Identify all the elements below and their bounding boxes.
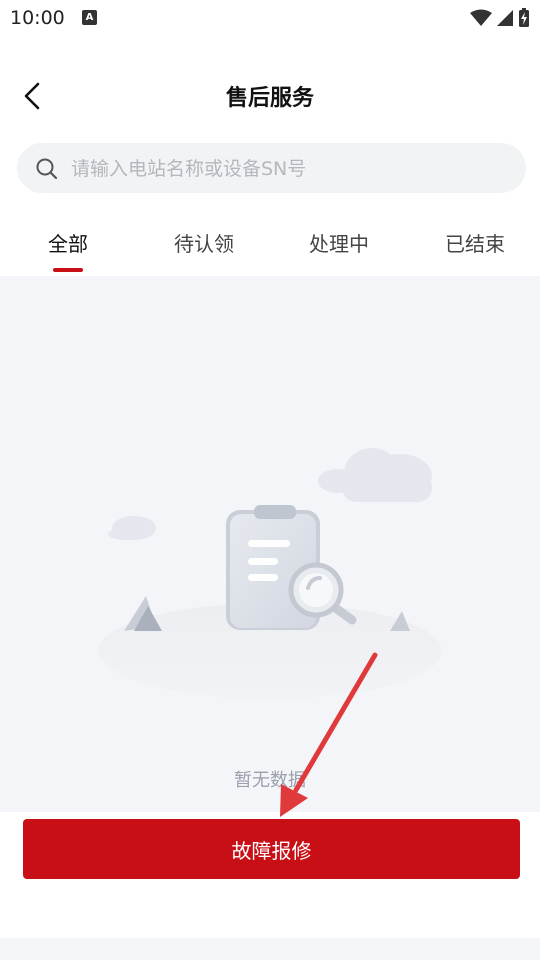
status-time: 10:00 — [10, 7, 65, 29]
empty-state-text: 暂无数据 — [234, 770, 306, 791]
tab-bar: 全部 待认领 处理中 已结束 — [0, 220, 540, 276]
signal-icon — [497, 10, 513, 26]
page-title: 售后服务 — [225, 86, 314, 111]
content-area: 暂无数据 — [0, 276, 540, 812]
empty-state-illustration — [98, 448, 442, 699]
tab-finished[interactable]: 已结束 — [445, 228, 505, 257]
wifi-icon — [470, 9, 492, 26]
search-icon — [36, 158, 58, 180]
tab-all[interactable]: 全部 — [48, 228, 88, 257]
report-fault-button[interactable]: 故障报修 — [23, 819, 520, 879]
tab-processing[interactable]: 处理中 — [309, 228, 369, 257]
search-box[interactable] — [17, 143, 526, 195]
header: 售后服务 — [0, 66, 540, 126]
search-input[interactable] — [69, 143, 513, 195]
active-tab-indicator — [53, 268, 83, 272]
status-icons — [470, 7, 530, 29]
status-bar: 10:00 A — [0, 0, 540, 36]
bottom-strip — [0, 938, 540, 960]
tab-pending-claim[interactable]: 待认领 — [174, 228, 234, 257]
notification-a-icon: A — [82, 10, 97, 25]
battery-charging-icon — [519, 8, 529, 27]
